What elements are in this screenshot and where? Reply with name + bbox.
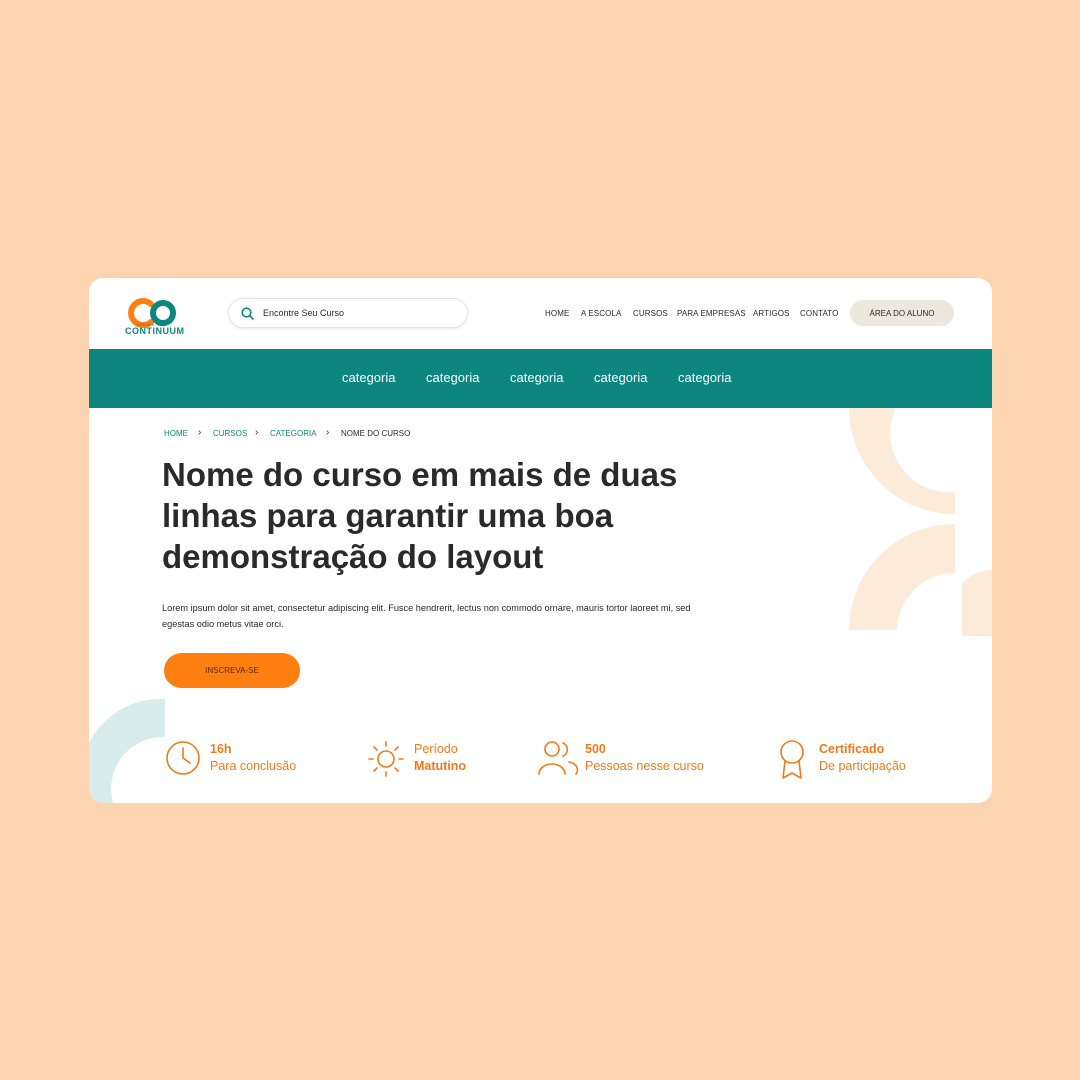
stat-period-value: Matutino [414,759,467,773]
decorative-arc-left [89,699,165,803]
course-description: Lorem ipsum dolor sit amet, consectetur … [162,603,691,629]
nav-home[interactable]: HOME [545,309,569,318]
stat-certificate-title: Certificado [819,742,885,756]
nav-contato[interactable]: CONTATO [800,309,838,318]
nav-cursos[interactable]: CURSOS [633,309,668,318]
search-input[interactable]: Encontre Seu Curso [228,298,468,328]
stat-people-label: Pessoas nesse curso [585,759,704,773]
area-do-aluno-button[interactable]: ÁREA DO ALUNO [850,300,954,326]
page-title: Nome do curso em mais de duas linhas par… [162,456,678,575]
logo-brand-name: CONTINUUM [125,326,185,336]
category-bar: categoria categoria categoria categoria … [89,349,992,408]
breadcrumb-current: NOME DO CURSO [341,429,411,438]
page-card: ESCOLA SESI CONTINUUM Encontre Seu Curso… [89,278,992,803]
nav-a-escola[interactable]: A ESCOLA [581,309,621,318]
decorative-arcs [849,408,992,636]
search-placeholder: Encontre Seu Curso [263,308,345,318]
sun-icon [368,741,404,777]
chevron-right-icon: › [326,427,330,438]
stat-period-label: Período [414,742,458,756]
category-link[interactable]: categoria [342,370,395,385]
chevron-right-icon: › [198,427,202,438]
nav-artigos[interactable]: ARTIGOS [753,309,790,318]
stat-duration-value: 16h [210,742,232,756]
people-icon [538,741,578,775]
category-link[interactable]: categoria [594,370,647,385]
stat-duration-label: Para conclusão [210,759,297,773]
inscreva-se-button[interactable]: INSCREVA-SE [164,653,300,688]
chevron-right-icon: › [255,427,259,438]
category-link[interactable]: categoria [426,370,479,385]
breadcrumb-home[interactable]: HOME [164,429,188,438]
category-link[interactable]: categoria [678,370,731,385]
search-icon [241,307,254,320]
stat-certificate-label: De participação [819,759,906,773]
nav-para-empresas[interactable]: PARA EMPRESAS [677,309,746,318]
category-link[interactable]: categoria [510,370,563,385]
medal-icon [780,740,804,779]
clock-icon [166,741,200,775]
stat-people-value: 500 [585,742,606,756]
breadcrumb-categoria[interactable]: CATEGORIA [270,429,317,438]
breadcrumb-cursos[interactable]: CURSOS [213,429,247,438]
